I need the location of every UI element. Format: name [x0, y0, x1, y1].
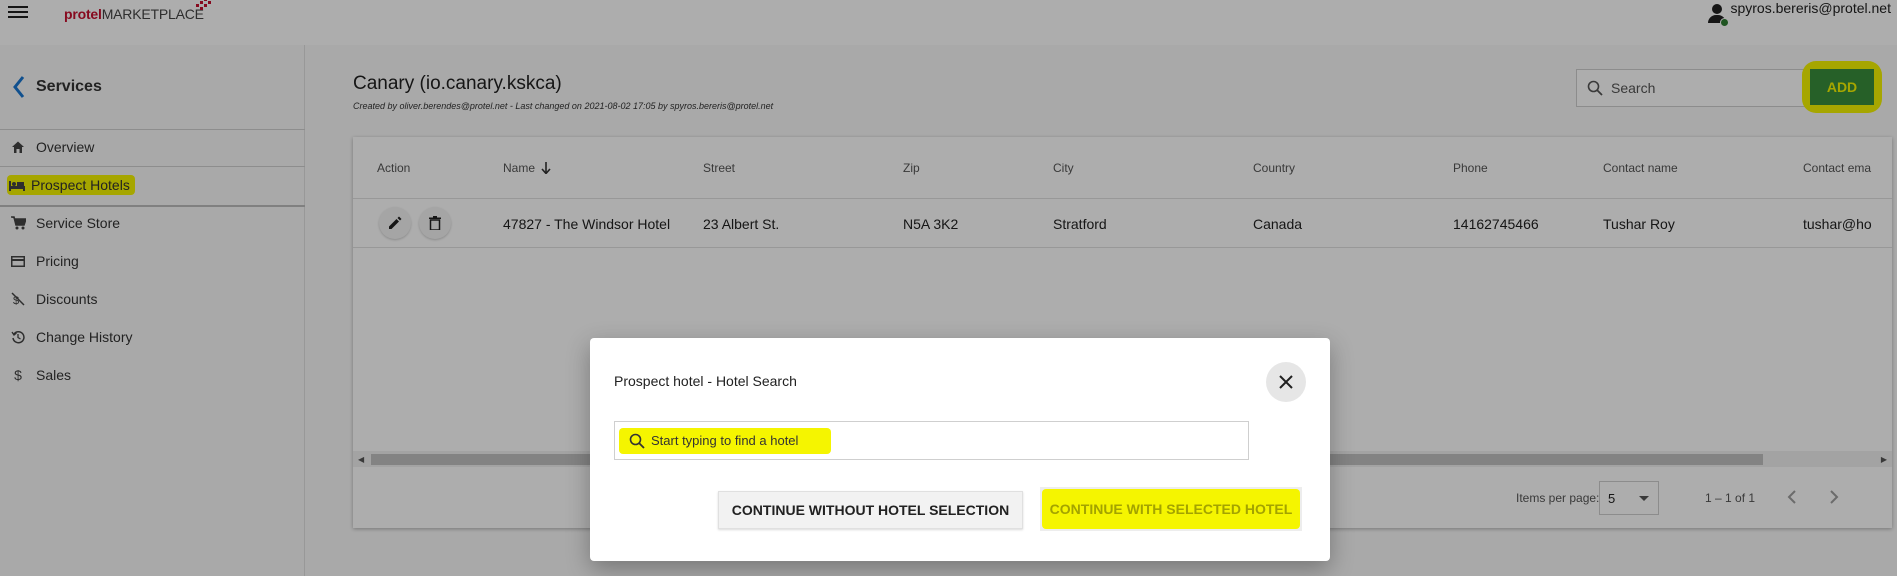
hotel-search-dialog: Prospect hotel - Hotel Search CONTINUE W… [590, 338, 1330, 561]
continue-without-hotel-button[interactable]: CONTINUE WITHOUT HOTEL SELECTION [718, 491, 1023, 529]
hotel-search-input[interactable] [651, 433, 821, 448]
search-icon [629, 433, 645, 449]
dialog-title: Prospect hotel - Hotel Search [614, 373, 797, 389]
continue-with-selected-hotel-label: CONTINUE WITH SELECTED HOTEL [1042, 489, 1300, 529]
hotel-search-field[interactable] [614, 421, 1249, 460]
dialog-close-button[interactable] [1266, 362, 1306, 402]
close-icon [1279, 375, 1293, 389]
continue-with-selected-hotel-button[interactable]: CONTINUE WITH SELECTED HOTEL [1040, 487, 1302, 531]
